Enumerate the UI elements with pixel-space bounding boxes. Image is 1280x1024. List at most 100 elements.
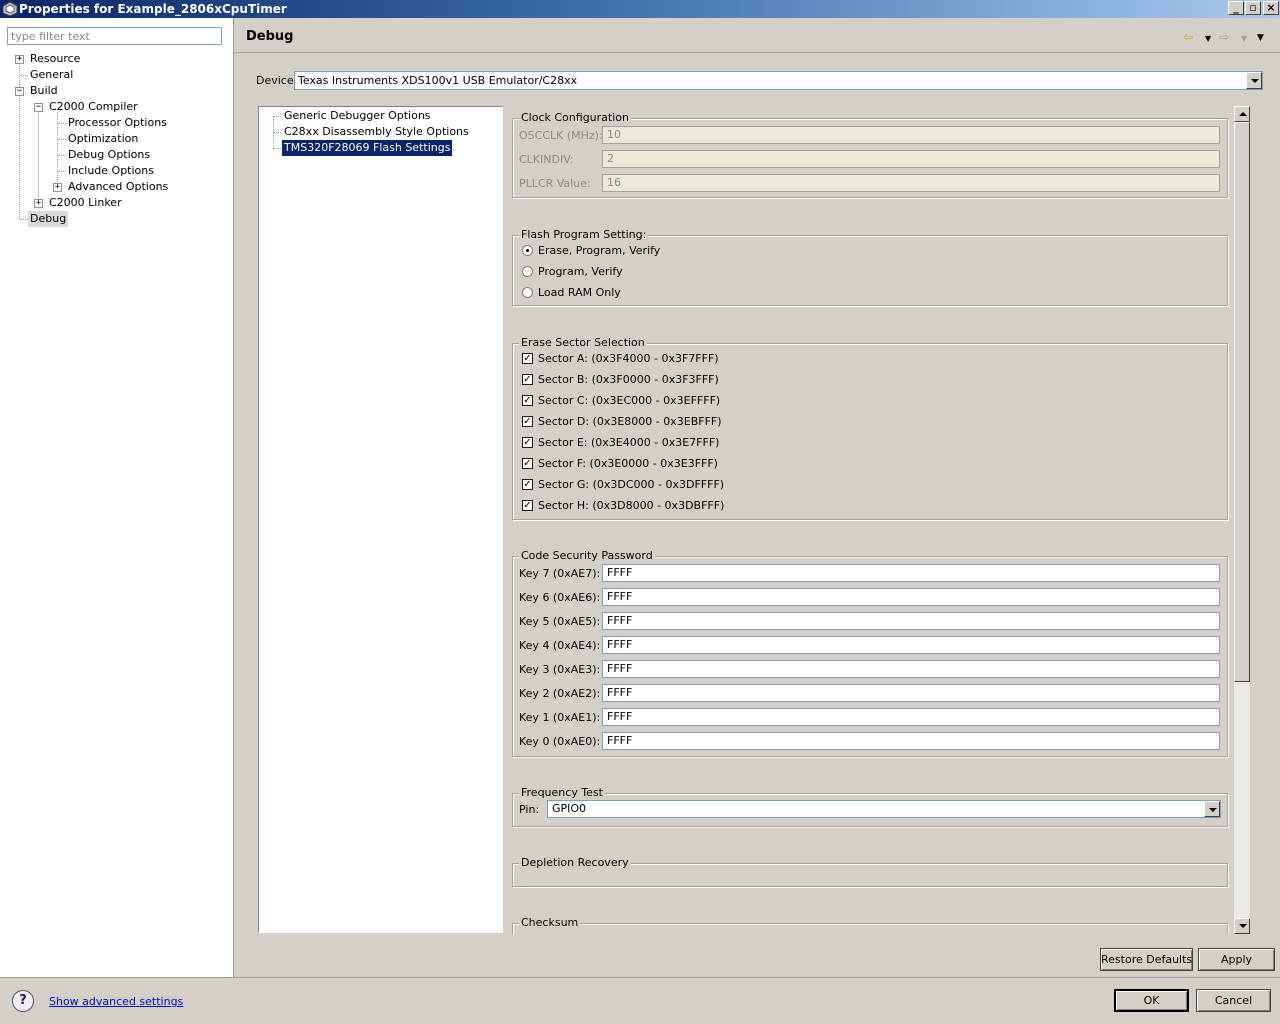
category-flash-settings[interactable]: TMS320F28069 Flash Settings	[282, 140, 453, 156]
collapse-icon[interactable]: −	[34, 103, 43, 112]
oscclk-label: OSCCLK (MHz):	[519, 129, 603, 142]
tree-connector	[58, 139, 66, 140]
sector-b-checkbox[interactable]: ✓	[522, 374, 533, 385]
tree-connector	[58, 171, 66, 172]
group-title: Frequency Test	[519, 786, 605, 799]
tree-item-debug-options[interactable]: Debug Options	[68, 147, 150, 163]
tree-item-processor-options[interactable]: Processor Options	[68, 115, 167, 131]
scrollbar-thumb[interactable]	[1234, 122, 1250, 682]
flash-program-setting-group: Flash Program Setting: Erase, Program, V…	[512, 228, 1228, 306]
group-title: Checksum	[519, 916, 581, 929]
filter-input[interactable]	[7, 27, 222, 45]
tree-connector	[38, 112, 39, 203]
apply-button[interactable]: Apply	[1198, 948, 1275, 971]
sector-c-checkbox[interactable]: ✓	[522, 395, 533, 406]
sector-a-checkbox[interactable]: ✓	[522, 353, 533, 364]
help-icon[interactable]: ?	[12, 990, 34, 1012]
tree-connector	[58, 123, 66, 124]
collapse-icon[interactable]: −	[15, 87, 24, 96]
tree-item-include-options[interactable]: Include Options	[68, 163, 154, 179]
erase-sector-selection-group: Erase Sector Selection ✓ Sector A: (0x3F…	[512, 336, 1228, 520]
expand-icon[interactable]: +	[34, 199, 43, 208]
device-label: Device	[256, 74, 294, 87]
key-1-field[interactable]: FFFF	[602, 708, 1220, 726]
key-7-field[interactable]: FFFF	[602, 564, 1220, 582]
forward-menu-icon[interactable]: ▼	[1241, 34, 1247, 43]
tree-connector	[273, 148, 281, 149]
title-bar[interactable]: Properties for Example_2806xCpuTimer _ ▫…	[0, 0, 1280, 18]
expand-icon[interactable]: +	[53, 183, 62, 192]
tree-item-c2000-linker[interactable]: C2000 Linker	[49, 195, 122, 211]
tree-item-debug[interactable]: Debug	[28, 211, 69, 227]
group-title: Erase Sector Selection	[519, 336, 647, 349]
back-arrow-icon[interactable]: ⇦	[1183, 30, 1193, 44]
restore-defaults-button[interactable]: Restore Defaults	[1100, 948, 1193, 971]
key-label: Key 4 (0xAE4):	[519, 639, 601, 652]
code-security-password-group: Code Security Password Key 7 (0xAE7): FF…	[512, 549, 1228, 757]
sector-label: Sector H: (0x3D8000 - 0x3DBFFF)	[538, 499, 725, 512]
dropdown-arrow-icon[interactable]	[1246, 72, 1262, 89]
ok-button[interactable]: OK	[1114, 989, 1189, 1012]
group-title: Clock Configuration	[519, 111, 631, 124]
category-generic-debugger-options[interactable]: Generic Debugger Options	[282, 108, 433, 124]
oscclk-field[interactable]: 10	[602, 126, 1220, 144]
tree-item-advanced-options[interactable]: Advanced Options	[68, 179, 168, 195]
key-0-field[interactable]: FFFF	[602, 732, 1220, 750]
tree-item-c2000-compiler[interactable]: C2000 Compiler	[49, 99, 138, 115]
vertical-scrollbar[interactable]	[1234, 106, 1250, 934]
key-2-field[interactable]: FFFF	[602, 684, 1220, 702]
view-menu-icon[interactable]: ▼	[1257, 33, 1264, 43]
tree-connector	[273, 116, 281, 117]
tree-item-build[interactable]: Build	[30, 83, 58, 99]
restore-button[interactable]: ▫	[1245, 1, 1261, 15]
key-label: Key 5 (0xAE5):	[519, 615, 601, 628]
cancel-button[interactable]: Cancel	[1196, 989, 1271, 1012]
flash-settings-panel: Clock Configuration OSCCLK (MHz): 10 CLK…	[503, 106, 1252, 934]
show-advanced-settings-link[interactable]: Show advanced settings	[49, 995, 183, 1008]
tree-item-optimization[interactable]: Optimization	[68, 131, 138, 147]
footer-divider	[0, 977, 1280, 978]
tree-connector	[58, 155, 66, 156]
pllcr-label: PLLCR Value:	[519, 177, 591, 190]
header-divider	[234, 52, 1280, 53]
option-label: Program, Verify	[538, 265, 623, 278]
key-4-field[interactable]: FFFF	[602, 636, 1220, 654]
navigation-panel: + Resource General − Build − C2000 Compi…	[0, 18, 234, 977]
dropdown-arrow-icon[interactable]	[1204, 801, 1220, 817]
tree-connector	[20, 219, 28, 220]
device-value: Texas Instruments XDS100v1 USB Emulator/…	[298, 74, 578, 87]
option-label: Erase, Program, Verify	[538, 244, 661, 257]
key-3-field[interactable]: FFFF	[602, 660, 1220, 678]
radio-load-ram-only[interactable]	[522, 287, 533, 298]
category-disassembly-style-options[interactable]: C28xx Disassembly Style Options	[282, 124, 471, 140]
close-button[interactable]: ×	[1263, 1, 1279, 15]
radio-erase-program-verify[interactable]	[522, 245, 533, 256]
sector-h-checkbox[interactable]: ✓	[522, 500, 533, 511]
scroll-up-icon[interactable]	[1234, 106, 1250, 122]
sector-f-checkbox[interactable]: ✓	[522, 458, 533, 469]
clock-configuration-group: Clock Configuration OSCCLK (MHz): 10 CLK…	[512, 111, 1228, 198]
back-menu-icon[interactable]: ▼	[1205, 34, 1211, 43]
device-select[interactable]: Texas Instruments XDS100v1 USB Emulator/…	[294, 71, 1263, 90]
key-label: Key 2 (0xAE2):	[519, 687, 601, 700]
clkindiv-field[interactable]: 2	[602, 150, 1220, 168]
pin-select[interactable]: GPIO0	[547, 800, 1221, 818]
sector-label: Sector B: (0x3F0000 - 0x3F3FFF)	[538, 373, 719, 386]
radio-program-verify[interactable]	[522, 266, 533, 277]
sector-g-checkbox[interactable]: ✓	[522, 479, 533, 490]
sector-e-checkbox[interactable]: ✓	[522, 437, 533, 448]
sector-label: Sector A: (0x3F4000 - 0x3F7FFF)	[538, 352, 719, 365]
expand-icon[interactable]: +	[15, 55, 24, 64]
key-5-field[interactable]: FFFF	[602, 612, 1220, 630]
app-icon	[2, 1, 18, 17]
key-label: Key 6 (0xAE6):	[519, 591, 601, 604]
forward-arrow-icon[interactable]: ⇨	[1219, 30, 1229, 44]
minimize-button[interactable]: _	[1228, 1, 1244, 15]
key-6-field[interactable]: FFFF	[602, 588, 1220, 606]
pllcr-field[interactable]: 16	[602, 174, 1220, 192]
scroll-down-icon[interactable]	[1234, 918, 1250, 934]
depletion-recovery-group: Depletion Recovery	[512, 856, 1228, 887]
tree-item-resource[interactable]: Resource	[30, 51, 80, 67]
sector-d-checkbox[interactable]: ✓	[522, 416, 533, 427]
tree-item-general[interactable]: General	[30, 67, 73, 83]
